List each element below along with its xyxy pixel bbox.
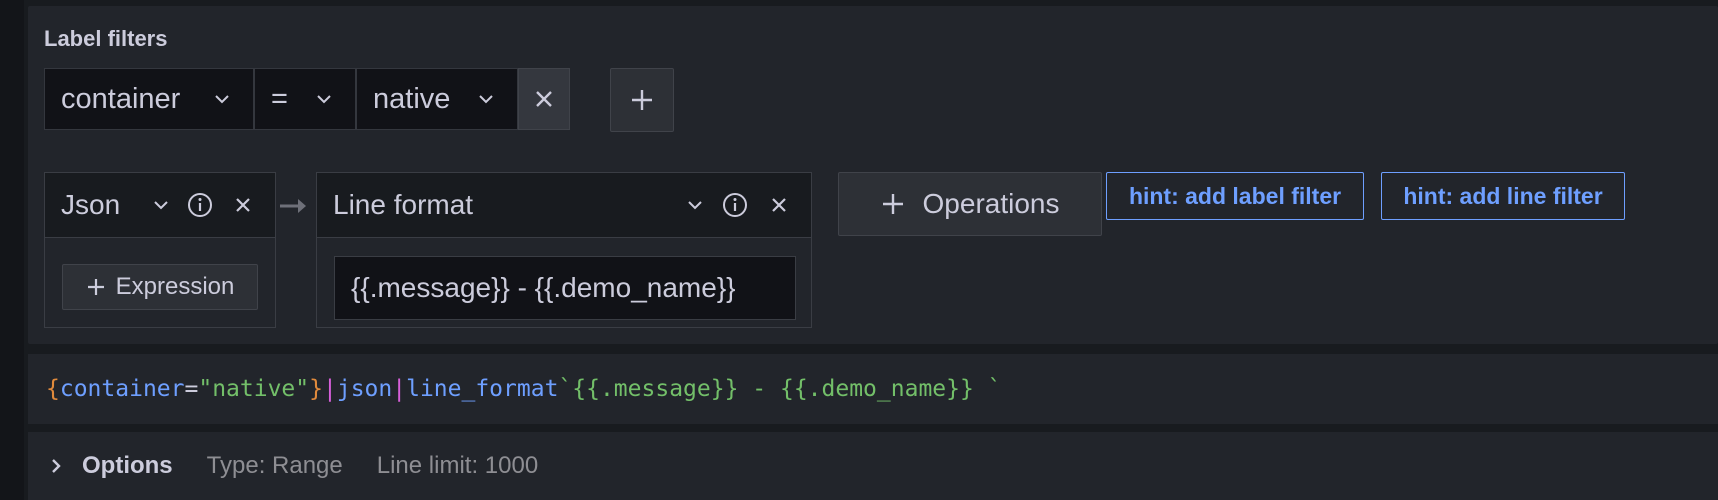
chevron-down-icon bbox=[315, 90, 333, 108]
query-equals: = bbox=[184, 376, 199, 402]
operation-json-header: Json bbox=[45, 173, 275, 238]
add-operation-label: Operations bbox=[922, 188, 1060, 219]
chevron-down-icon bbox=[213, 90, 231, 108]
chevron-down-icon[interactable] bbox=[147, 200, 175, 210]
query-json: json bbox=[336, 376, 393, 402]
label-key-value: container bbox=[61, 82, 181, 115]
add-expression-button[interactable]: Expression bbox=[62, 264, 258, 310]
plus-icon bbox=[86, 277, 106, 297]
plus-icon bbox=[630, 88, 654, 112]
hint-add-line-filter-button[interactable]: hint: add line filter bbox=[1381, 172, 1625, 220]
query-preview: {container = "native"} | json | line_forma… bbox=[28, 354, 1718, 424]
add-operation-button[interactable]: Operations bbox=[838, 172, 1102, 236]
label-filters-title: Label filters bbox=[44, 26, 168, 51]
label-value-value: native bbox=[373, 82, 451, 115]
label-value-select[interactable]: native bbox=[356, 68, 518, 130]
chevron-down-icon[interactable] bbox=[681, 200, 709, 210]
query-pipe: | bbox=[322, 376, 337, 402]
options-line-limit: Line limit: 1000 bbox=[376, 452, 539, 479]
left-gutter bbox=[0, 0, 24, 500]
line-format-input[interactable]: {{.message}} - {{.demo_name}} bbox=[334, 256, 796, 320]
operation-name: Line format bbox=[333, 189, 474, 220]
chevron-down-icon bbox=[477, 90, 495, 108]
add-label-filter-button[interactable] bbox=[610, 68, 674, 132]
query-close-brace: } bbox=[309, 376, 323, 402]
query-open-brace: { bbox=[46, 376, 60, 402]
add-expression-label: Expression bbox=[115, 273, 235, 300]
operation-line-format-header: Line format bbox=[317, 173, 811, 238]
info-icon[interactable] bbox=[709, 192, 761, 218]
label-operator-value: = bbox=[271, 82, 288, 115]
query-label-value: "native" bbox=[198, 376, 310, 402]
remove-label-filter-button[interactable] bbox=[518, 68, 570, 130]
operation-name: Json bbox=[61, 189, 121, 220]
options-row[interactable]: Options Type: Range Line limit: 1000 bbox=[28, 432, 1718, 500]
query-template: `{{.message}} - {{.demo_name}} ` bbox=[558, 376, 1002, 402]
options-title: Options bbox=[82, 452, 173, 479]
label-key-select[interactable]: container bbox=[44, 68, 254, 130]
query-pipe: | bbox=[392, 376, 407, 402]
close-icon[interactable] bbox=[225, 196, 261, 214]
close-icon bbox=[534, 89, 554, 109]
options-type: Type: Range bbox=[206, 452, 343, 479]
chevron-right-icon[interactable] bbox=[50, 457, 62, 475]
arrow-right-icon bbox=[278, 196, 310, 221]
query-label-name: container bbox=[59, 376, 185, 402]
line-format-value: {{.message}} - {{.demo_name}} bbox=[351, 272, 736, 303]
query-line-format-fn: line_format bbox=[406, 376, 559, 402]
hint-add-label-filter-button[interactable]: hint: add label filter bbox=[1106, 172, 1364, 220]
plus-icon bbox=[881, 192, 905, 216]
close-icon[interactable] bbox=[761, 196, 797, 214]
label-operator-select[interactable]: = bbox=[254, 68, 356, 130]
info-icon[interactable] bbox=[175, 192, 225, 218]
